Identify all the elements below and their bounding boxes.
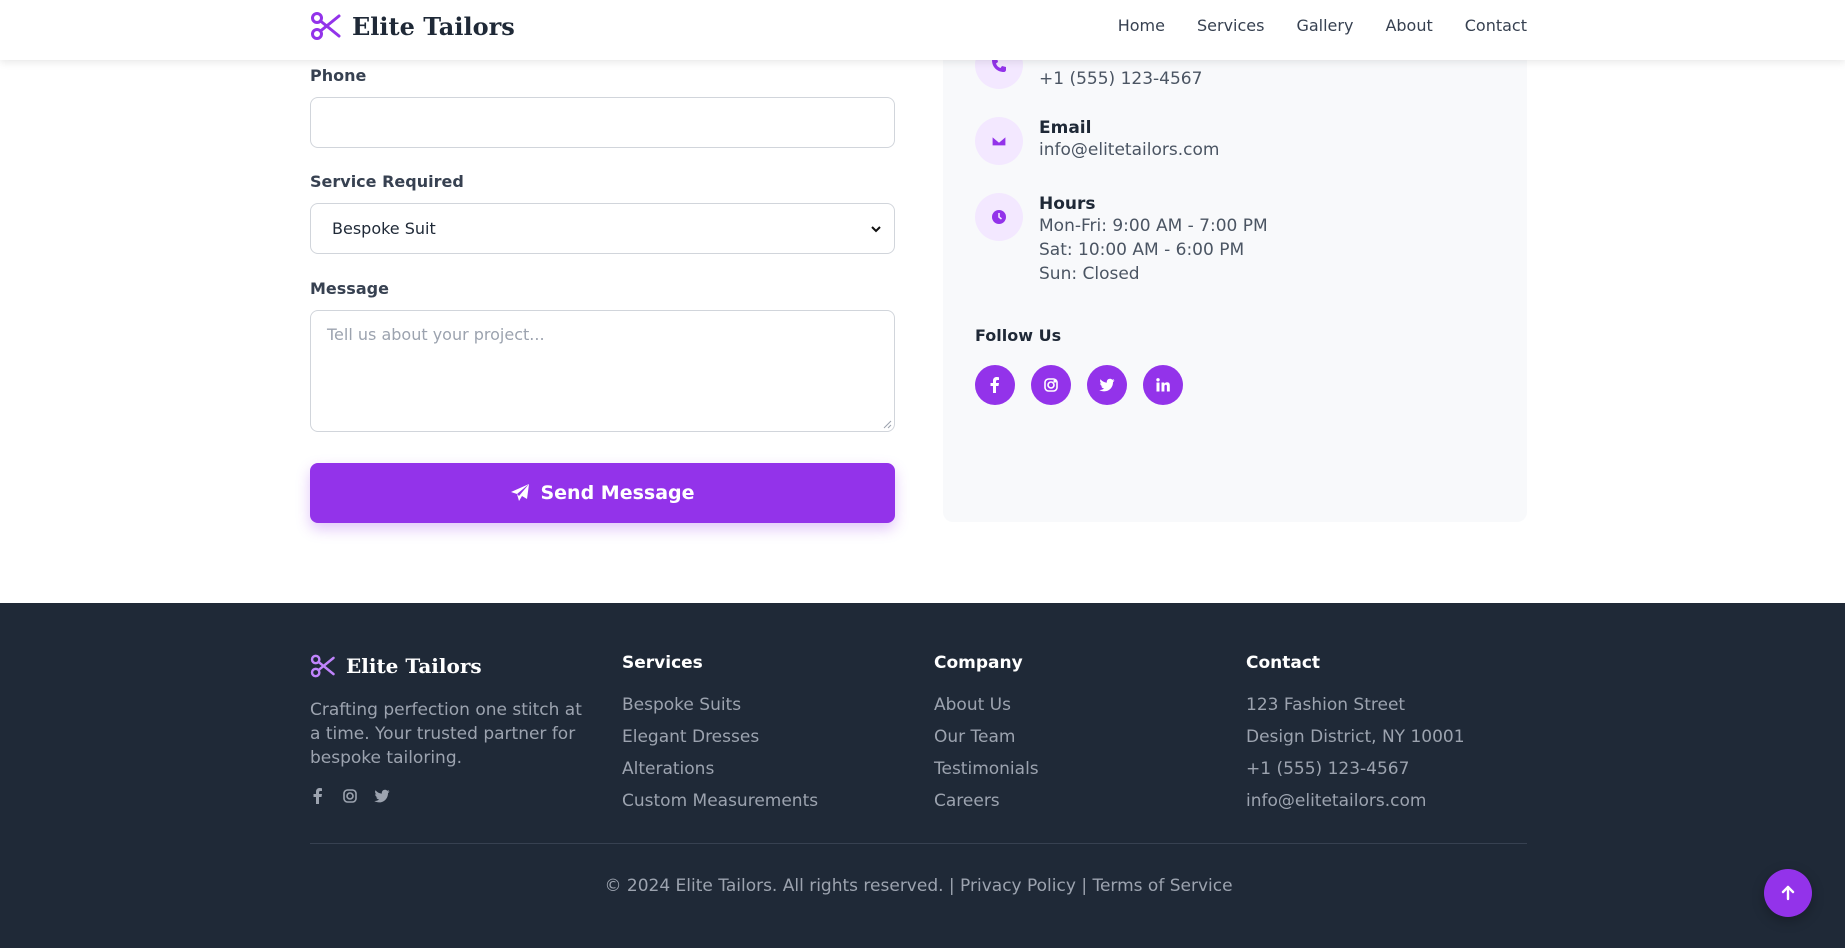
chevron-down-icon	[871, 225, 881, 232]
service-select[interactable]: Bespoke Suit	[310, 203, 895, 254]
nav-about[interactable]: About	[1385, 16, 1432, 35]
resize-grip-icon[interactable]	[882, 419, 892, 429]
footer-link-about-us[interactable]: About Us	[934, 689, 1039, 721]
twitter-button[interactable]	[1087, 365, 1127, 405]
envelope-icon	[991, 135, 1007, 147]
footer-social-links	[310, 788, 390, 804]
footer-company-column: Company About Us Our Team Testimonials C…	[934, 653, 1039, 817]
linkedin-button[interactable]	[1143, 365, 1183, 405]
site-header: Elite Tailors Home Services Gallery Abou…	[0, 0, 1845, 60]
footer-link-alterations[interactable]: Alterations	[622, 753, 818, 785]
message-textarea[interactable]: Tell us about your project...	[310, 310, 895, 432]
footer-brand-name: Elite Tailors	[346, 654, 482, 678]
send-message-label: Send Message	[540, 482, 695, 504]
instagram-button[interactable]	[1031, 365, 1071, 405]
site-footer: Elite Tailors Crafting perfection one st…	[0, 603, 1845, 948]
nav-services[interactable]: Services	[1197, 16, 1264, 35]
message-label: Message	[310, 279, 389, 298]
facebook-icon	[990, 377, 999, 393]
nav-home[interactable]: Home	[1118, 16, 1165, 35]
scissors-icon	[310, 654, 335, 678]
phone-label: Phone	[310, 66, 367, 85]
footer-link-our-team[interactable]: Our Team	[934, 721, 1039, 753]
scissors-icon	[311, 12, 341, 40]
footer-phone[interactable]: +1 (555) 123-4567	[1246, 753, 1465, 785]
footer-link-testimonials[interactable]: Testimonials	[934, 753, 1039, 785]
phone-input[interactable]	[310, 97, 895, 148]
brand-name: Elite Tailors	[352, 11, 515, 41]
social-links	[975, 365, 1183, 405]
service-label: Service Required	[310, 172, 464, 191]
twitter-icon	[1099, 378, 1115, 392]
follow-us-title: Follow Us	[975, 326, 1062, 345]
footer-contact-title: Contact	[1246, 653, 1321, 673]
footer-brand[interactable]: Elite Tailors	[310, 653, 482, 679]
footer-services-title: Services	[622, 653, 703, 673]
message-placeholder: Tell us about your project...	[327, 325, 545, 344]
footer-link-elegant-dresses[interactable]: Elegant Dresses	[622, 721, 818, 753]
nav-gallery[interactable]: Gallery	[1296, 16, 1353, 35]
footer-address-city: Design District, NY 10001	[1246, 727, 1465, 747]
service-selected-value: Bespoke Suit	[332, 219, 436, 238]
twitter-icon[interactable]	[374, 788, 390, 804]
footer-company-title: Company	[934, 653, 1023, 673]
footer-link-bespoke-suits[interactable]: Bespoke Suits	[622, 689, 818, 721]
send-message-button[interactable]: Send Message	[310, 463, 895, 523]
contact-email-value[interactable]: info@elitetailors.com	[1039, 138, 1219, 162]
contact-email: Email info@elitetailors.com	[975, 117, 1219, 165]
back-to-top-button[interactable]	[1764, 869, 1812, 917]
footer-link-custom-measurements[interactable]: Custom Measurements	[622, 785, 818, 817]
nav-contact[interactable]: Contact	[1465, 16, 1527, 35]
linkedin-icon	[1156, 378, 1170, 392]
clock-icon	[992, 210, 1006, 224]
footer-tagline: Crafting perfection one stitch at a time…	[310, 700, 582, 768]
main-nav: Home Services Gallery About Contact	[1118, 16, 1527, 35]
instagram-icon[interactable]	[342, 788, 358, 804]
clock-icon-circle	[975, 193, 1023, 241]
hours-line-weekdays: Mon-Fri: 9:00 AM - 7:00 PM	[1039, 216, 1268, 236]
footer-contact-column: Contact 123 Fashion Street Design Distri…	[1246, 653, 1465, 817]
footer-copyright: © 2024 Elite Tailors. All rights reserve…	[604, 876, 1233, 896]
contact-info-card: +1 (555) 123-4567 Email info@elitetailor…	[943, 0, 1527, 522]
contact-phone-value[interactable]: +1 (555) 123-4567	[1039, 67, 1202, 91]
hours-line-saturday: Sat: 10:00 AM - 6:00 PM	[1039, 240, 1245, 260]
instagram-icon	[1044, 378, 1058, 392]
contact-hours: Hours Mon-Fri: 9:00 AM - 7:00 PM Sat: 10…	[975, 193, 1268, 286]
footer-divider	[310, 843, 1527, 844]
contact-hours-title: Hours	[1039, 194, 1096, 214]
brand-logo[interactable]: Elite Tailors	[310, 10, 515, 42]
footer-services-column: Services Bespoke Suits Elegant Dresses A…	[622, 653, 818, 817]
contact-email-title: Email	[1039, 118, 1092, 138]
arrow-up-icon	[1781, 885, 1795, 901]
envelope-icon-circle	[975, 117, 1023, 165]
paper-plane-icon	[511, 484, 530, 501]
footer-link-careers[interactable]: Careers	[934, 785, 1039, 817]
footer-address-street: 123 Fashion Street	[1246, 695, 1406, 715]
hours-line-sunday: Sun: Closed	[1039, 264, 1140, 284]
footer-email[interactable]: info@elitetailors.com	[1246, 785, 1465, 817]
facebook-button[interactable]	[975, 365, 1015, 405]
facebook-icon[interactable]	[310, 788, 326, 804]
